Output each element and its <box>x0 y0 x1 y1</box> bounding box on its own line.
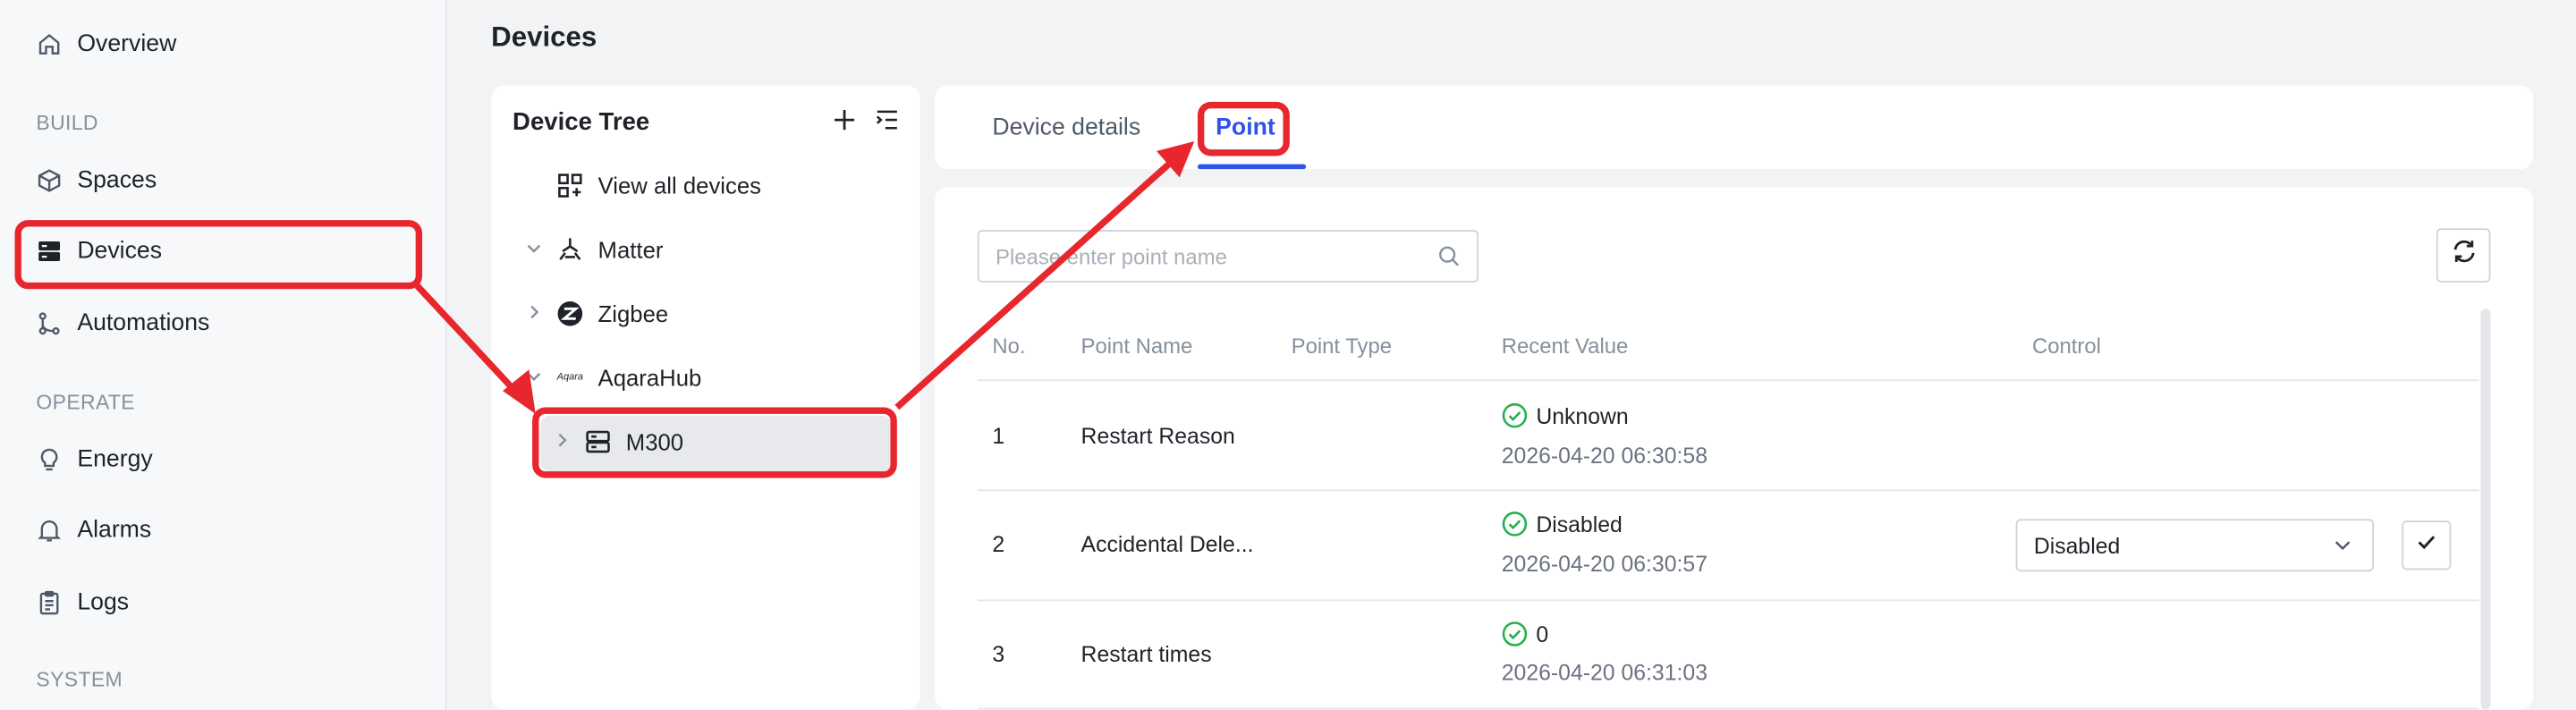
nav-spaces-label: Spaces <box>77 167 157 194</box>
row-1-status: Unknown <box>1502 402 1629 428</box>
tree-node-zigbee-label: Zigbee <box>597 300 669 327</box>
annotation-box-point-tab <box>1197 101 1290 156</box>
tree-node-matter[interactable]: Matter <box>522 225 663 275</box>
row-1-name: Restart Reason <box>1080 423 1235 449</box>
row-2-name: Accidental Dele... <box>1080 532 1254 557</box>
divider <box>977 489 2479 492</box>
divider <box>977 599 2479 602</box>
cube-icon <box>36 167 62 193</box>
row-2-value: Disabled <box>1536 511 1623 537</box>
header-point-name: Point Name <box>1080 333 1193 359</box>
divider <box>977 379 2479 382</box>
tab-active-indicator <box>1197 164 1307 170</box>
nav-automations-label: Automations <box>77 310 210 337</box>
check-icon <box>2415 529 2438 561</box>
header-point-type: Point Type <box>1291 333 1393 359</box>
nav-automations[interactable]: Automations <box>36 307 209 340</box>
table-scrollbar[interactable] <box>2480 309 2491 710</box>
check-circle-icon <box>1502 402 1528 428</box>
nav-overview[interactable]: Overview <box>36 28 176 61</box>
matter-icon <box>555 235 585 265</box>
tree-node-aqarahub-label: AqaraHub <box>597 364 702 392</box>
tree-view-all[interactable]: View all devices <box>546 161 761 210</box>
chevron-down-icon[interactable] <box>522 368 546 389</box>
nav-logs[interactable]: Logs <box>36 587 129 620</box>
row-2-no: 2 <box>992 532 1005 557</box>
tree-node-zigbee[interactable]: Zigbee <box>522 289 668 338</box>
page-title: Devices <box>491 21 597 53</box>
divider <box>977 707 2479 710</box>
control-select[interactable]: Disabled <box>2015 519 2375 572</box>
header-recent-value: Recent Value <box>1501 333 1629 359</box>
device-tree-title: Device Tree <box>513 108 650 137</box>
tree-node-matter-label: Matter <box>597 236 664 263</box>
device-tree-panel: Device Tree View all devices Matter Zigb… <box>491 85 920 710</box>
search-field[interactable] <box>977 230 1479 283</box>
nav-spaces[interactable]: Spaces <box>36 165 157 198</box>
clipboard-icon <box>36 589 62 615</box>
collapse-list-icon[interactable] <box>874 106 900 141</box>
aqara-logo-icon: Aqara <box>556 372 584 383</box>
row-3-name: Restart times <box>1080 642 1212 667</box>
row-3-value: 0 <box>1536 621 1549 647</box>
annotation-box-devices <box>14 220 423 290</box>
tree-node-aqarahub[interactable]: Aqara AqaraHub <box>522 353 701 402</box>
check-circle-icon <box>1502 621 1528 647</box>
header-no: No. <box>992 333 1026 359</box>
plus-icon[interactable] <box>831 106 857 141</box>
check-circle-icon <box>1502 511 1528 537</box>
row-3-status: 0 <box>1502 621 1548 647</box>
row-1-time: 2026-04-20 06:30:58 <box>1501 443 1707 469</box>
home-icon <box>36 31 62 57</box>
zigbee-icon <box>555 299 585 328</box>
row-2-time: 2026-04-20 06:30:57 <box>1501 552 1707 577</box>
confirm-control-button[interactable] <box>2402 520 2452 571</box>
section-system: SYSTEM <box>36 668 123 692</box>
search-icon[interactable] <box>1437 245 1461 276</box>
header-control: Control <box>2031 333 2101 359</box>
chevron-down-icon <box>2333 536 2352 561</box>
chevron-down-icon[interactable] <box>522 239 546 260</box>
annotation-box-m300 <box>532 407 897 478</box>
bell-icon <box>36 518 62 544</box>
nav-energy[interactable]: Energy <box>36 444 153 477</box>
nav-energy-label: Energy <box>77 446 153 473</box>
row-1-no: 1 <box>992 423 1005 449</box>
nav-logs-label: Logs <box>77 589 130 616</box>
nav-overview-label: Overview <box>77 30 177 58</box>
tabs-bar: Device details Point <box>935 85 2534 170</box>
control-select-value: Disabled <box>2033 533 2121 558</box>
nav-alarms-label: Alarms <box>77 517 152 544</box>
sidebar: Overview BUILD Spaces Devices Automation… <box>0 0 447 710</box>
row-2-status: Disabled <box>1502 511 1623 537</box>
grid-icon <box>555 171 585 200</box>
refresh-button[interactable] <box>2436 228 2491 283</box>
row-3-no: 3 <box>992 642 1005 667</box>
chevron-right-icon[interactable] <box>522 303 546 325</box>
refresh-icon <box>2449 236 2479 274</box>
search-input[interactable] <box>979 231 1407 282</box>
tree-view-all-label: View all devices <box>597 172 762 199</box>
section-operate: OPERATE <box>36 391 136 414</box>
nav-alarms[interactable]: Alarms <box>36 514 151 547</box>
section-build: BUILD <box>36 111 98 135</box>
row-1-value: Unknown <box>1536 402 1629 428</box>
branch-icon <box>36 310 62 336</box>
row-3-time: 2026-04-20 06:31:03 <box>1501 660 1707 685</box>
bulb-icon <box>36 447 62 473</box>
tab-device-details[interactable]: Device details <box>992 115 1140 141</box>
